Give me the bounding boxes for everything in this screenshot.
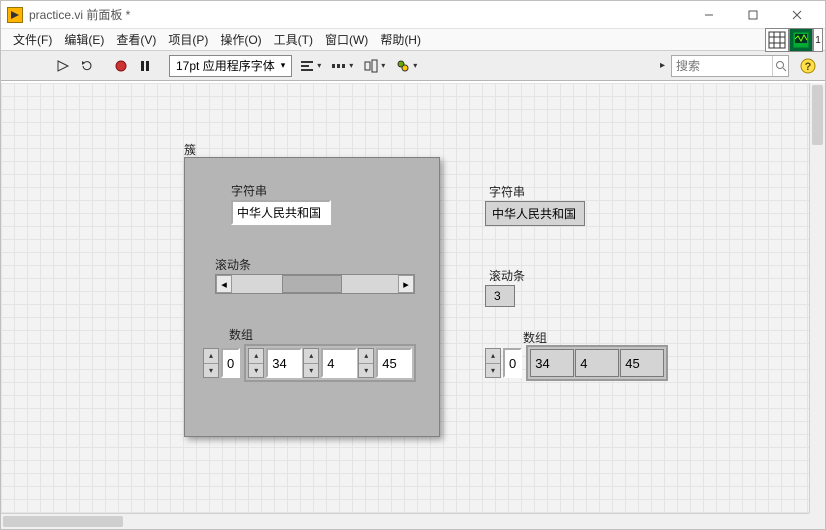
array-ind-elem-0: 34 (530, 349, 574, 377)
array-ind-elem-1: 4 (575, 349, 619, 377)
cluster-label: 簇 (184, 141, 196, 158)
cluster-slider-label: 滚动条 (215, 256, 251, 273)
array-elem-2[interactable]: 45 (376, 348, 412, 378)
spin-down-icon[interactable]: ▾ (486, 364, 500, 378)
search-icon[interactable] (772, 56, 788, 76)
scrollbar-thumb[interactable] (812, 85, 823, 145)
search-box[interactable] (671, 55, 789, 77)
array-ind-elements: 34 4 45 (526, 345, 668, 381)
cluster-control[interactable]: 字符串 中华人民共和国 滚动条 ◂ ▸ 数组 ▴ ▾ 0 ▴▾34 ▴▾4 ▴▾… (184, 157, 440, 437)
distribute-button[interactable]: ▾ (328, 55, 356, 77)
menubar: 文件(F) 编辑(E) 查看(V) 项目(P) 操作(O) 工具(T) 窗口(W… (1, 29, 825, 51)
elem-spinner[interactable]: ▴▾ (358, 348, 374, 378)
vi-icon[interactable] (789, 28, 813, 52)
horizontal-scrollbar[interactable] (1, 513, 809, 529)
scroll-corner (809, 513, 825, 529)
align-button[interactable]: ▾ (296, 55, 324, 77)
spin-up-icon[interactable]: ▴ (204, 349, 218, 364)
window-minimize-button[interactable] (687, 2, 731, 28)
slider-track[interactable] (232, 275, 398, 293)
array-indicator: ▴ ▾ 0 34 4 45 (485, 345, 668, 381)
slider-left-arrow[interactable]: ◂ (216, 275, 232, 293)
array-elem-1[interactable]: 4 (321, 348, 357, 378)
search-caret-icon: ▸ (660, 60, 665, 71)
icon-selector[interactable]: 1 (813, 28, 823, 52)
cluster-array-control[interactable]: ▴ ▾ 0 ▴▾34 ▴▾4 ▴▾45 (203, 344, 416, 382)
reorder-button[interactable]: ▾ (392, 55, 420, 77)
window-title: practice.vi 前面板 * (29, 6, 687, 23)
array-ind-index-value[interactable]: 0 (503, 348, 522, 378)
array-index-spinner[interactable]: ▴ ▾ (203, 348, 219, 378)
menu-window[interactable]: 窗口(W) (319, 31, 374, 48)
resize-button[interactable]: ▾ (360, 55, 388, 77)
array-ind-index-spinner[interactable]: ▴ ▾ (485, 348, 501, 378)
chevron-down-icon: ▾ (281, 60, 286, 71)
window-maximize-button[interactable] (731, 2, 775, 28)
array-ind-elem-2: 45 (620, 349, 664, 377)
abort-button[interactable] (111, 55, 131, 77)
vertical-scrollbar[interactable] (809, 83, 825, 513)
connector-pane-icon[interactable] (765, 28, 789, 52)
slider-right-arrow[interactable]: ▸ (398, 275, 414, 293)
menu-operate[interactable]: 操作(O) (214, 31, 267, 48)
front-panel-canvas[interactable]: 簇 字符串 中华人民共和国 滚动条 ◂ ▸ 数组 ▴ ▾ 0 ▴▾34 ▴▾4 (1, 83, 809, 513)
pause-button[interactable] (135, 55, 155, 77)
elem-spinner[interactable]: ▴▾ (303, 348, 319, 378)
slider-indicator: 3 (485, 285, 515, 307)
menu-file[interactable]: 文件(F) (7, 31, 58, 48)
cluster-slider-control[interactable]: ◂ ▸ (215, 274, 415, 294)
array-elem-0[interactable]: 34 (266, 348, 302, 378)
window-close-button[interactable] (775, 2, 819, 28)
menu-help[interactable]: 帮助(H) (374, 31, 427, 48)
slider-indicator-label: 滚动条 (489, 267, 525, 284)
scrollbar-thumb[interactable] (3, 516, 123, 527)
toolbar: 17pt 应用程序字体 ▾ ▾ ▾ ▾ ▾ ▸ ? (1, 51, 825, 81)
run-button[interactable] (53, 55, 73, 77)
font-selector[interactable]: 17pt 应用程序字体 ▾ (169, 55, 292, 77)
menu-edit[interactable]: 编辑(E) (58, 31, 110, 48)
font-label: 17pt 应用程序字体 (176, 57, 275, 74)
run-continuous-button[interactable] (77, 55, 97, 77)
slider-thumb[interactable] (282, 275, 342, 293)
string-indicator: 中华人民共和国 (485, 201, 585, 226)
menu-tools[interactable]: 工具(T) (268, 31, 319, 48)
help-button[interactable]: ? (799, 57, 817, 75)
string-indicator-label: 字符串 (489, 183, 525, 200)
elem-spinner[interactable]: ▴▾ (248, 348, 264, 378)
spin-down-icon[interactable]: ▾ (204, 364, 218, 378)
array-index-value[interactable]: 0 (221, 348, 240, 378)
cluster-string-control[interactable]: 中华人民共和国 (231, 200, 331, 225)
menu-project[interactable]: 项目(P) (162, 31, 214, 48)
cluster-array-label: 数组 (229, 326, 253, 343)
titlebar: practice.vi 前面板 * (1, 1, 825, 29)
labview-logo-icon (7, 7, 23, 23)
spin-up-icon[interactable]: ▴ (486, 349, 500, 364)
svg-text:?: ? (805, 61, 812, 73)
menu-view[interactable]: 查看(V) (110, 31, 162, 48)
array-elements: ▴▾34 ▴▾4 ▴▾45 (244, 344, 416, 382)
search-input[interactable] (672, 56, 772, 76)
cluster-string-label: 字符串 (231, 182, 267, 199)
array-indicator-label: 数组 (523, 329, 547, 346)
